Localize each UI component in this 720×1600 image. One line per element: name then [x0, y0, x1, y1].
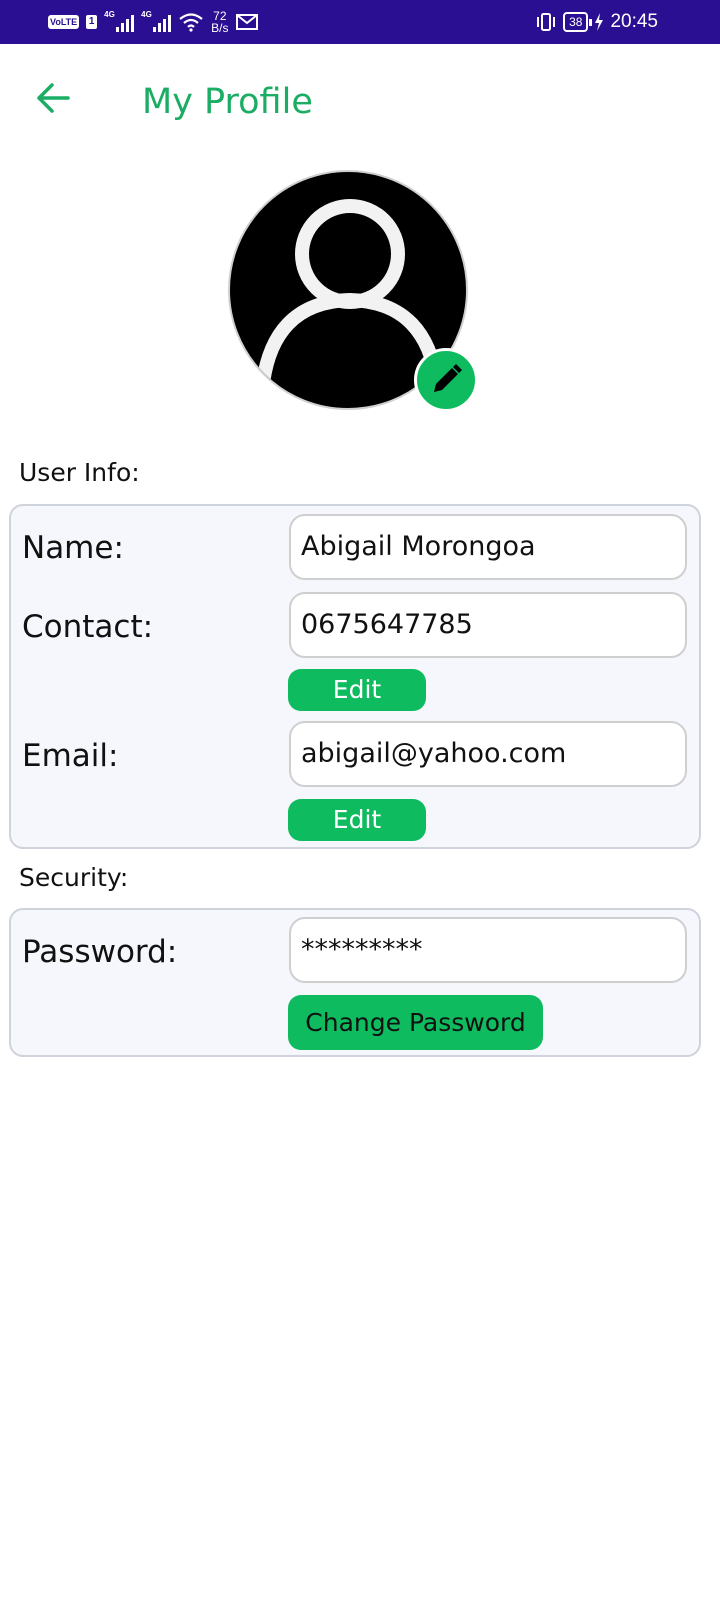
- security-label: Security:: [19, 863, 129, 892]
- email-label: Email:: [22, 738, 119, 774]
- page-title: My Profile: [142, 82, 313, 122]
- signal-icon: 4G: [104, 10, 135, 32]
- net-speed-unit: B/s: [211, 21, 229, 35]
- contact-field[interactable]: 0675647785: [289, 592, 687, 658]
- network-type-2: 4G: [141, 10, 152, 19]
- name-label: Name:: [22, 530, 124, 566]
- edit-email-button[interactable]: Edit: [288, 799, 426, 841]
- edit-contact-button[interactable]: Edit: [288, 669, 426, 711]
- network-type-1: 4G: [104, 10, 115, 19]
- mail-icon: [235, 14, 258, 30]
- status-left: VoLTE 1 4G 4G 72 B/s: [48, 0, 258, 44]
- signal-icon-2: 4G: [141, 10, 172, 32]
- battery-indicator: 38: [563, 12, 593, 32]
- volte-badge: VoLTE: [48, 15, 80, 29]
- clock: 20:45: [610, 11, 658, 32]
- user-info-label: User Info:: [19, 458, 140, 487]
- name-field[interactable]: Abigail Morongoa: [289, 514, 687, 580]
- charging-icon: [595, 13, 604, 31]
- password-label: Password:: [22, 934, 178, 970]
- back-arrow-icon: [37, 83, 70, 113]
- edit-photo-button[interactable]: [414, 348, 478, 412]
- back-button[interactable]: [32, 76, 76, 120]
- email-field[interactable]: abigail@yahoo.com: [289, 721, 687, 787]
- status-bar: VoLTE 1 4G 4G 72 B/s 38 20:45: [0, 0, 720, 44]
- pencil-icon: [434, 364, 462, 392]
- contact-label: Contact:: [22, 609, 154, 645]
- net-speed: 72 B/s: [211, 10, 228, 34]
- vibrate-icon: [537, 13, 556, 31]
- wifi-icon: [179, 13, 203, 32]
- status-right: 38 20:45: [535, 0, 658, 44]
- change-password-button[interactable]: Change Password: [288, 995, 543, 1050]
- profile-screen: VoLTE 1 4G 4G 72 B/s 38 20:45 My Profile…: [0, 0, 720, 1600]
- password-field[interactable]: *********: [289, 917, 687, 983]
- sim-badge: 1: [86, 15, 98, 29]
